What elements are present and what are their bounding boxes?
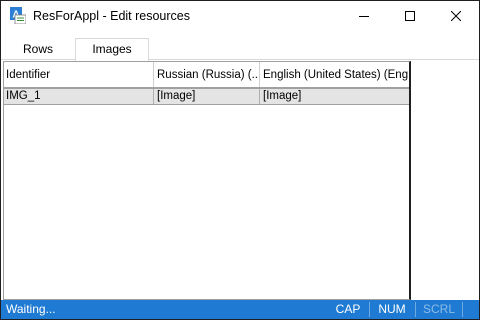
tab-rows[interactable]: Rows [3,39,73,60]
table-row[interactable]: IMG_1 [Image] [Image] [4,88,409,105]
status-text: Waiting... [6,302,56,316]
num-lock-indicator: NUM [378,302,406,316]
grid-header: Identifier Russian (Russia) (... English… [4,62,409,88]
title-bar[interactable]: A ResForAppl - Edit resources [1,1,479,31]
cell-russian-value[interactable]: [Image] [155,89,260,104]
minimize-button[interactable] [341,1,387,31]
tab-images[interactable]: Images [75,38,149,61]
caps-lock-indicator: CAP [335,302,361,316]
window-title: ResForAppl - Edit resources [33,9,191,23]
column-header-english[interactable]: English (United States) (Eng... [261,62,409,87]
tab-strip: Rows Images [1,31,479,61]
resource-editor-icon[interactable]: A [10,7,27,25]
app-window: A ResForAppl - Edit resources Ro [0,0,480,320]
cell-english-value[interactable]: [Image] [261,89,409,104]
status-separator [415,302,416,317]
cell-identifier[interactable]: IMG_1 [4,89,154,104]
close-icon [451,11,461,21]
status-separator [369,302,370,317]
column-header-russian[interactable]: Russian (Russia) (... [155,62,260,87]
close-button[interactable] [433,1,479,31]
maximize-button[interactable] [387,1,433,31]
resource-grid[interactable]: Identifier Russian (Russia) (... English… [3,61,411,300]
status-separator [462,302,463,317]
minimize-icon [359,16,369,17]
column-header-identifier[interactable]: Identifier [4,62,154,87]
status-bar: Waiting... CAP NUM SCRL [1,300,479,319]
maximize-icon [405,11,415,21]
scroll-lock-indicator: SCRL [422,302,455,316]
preview-pane [412,61,479,300]
